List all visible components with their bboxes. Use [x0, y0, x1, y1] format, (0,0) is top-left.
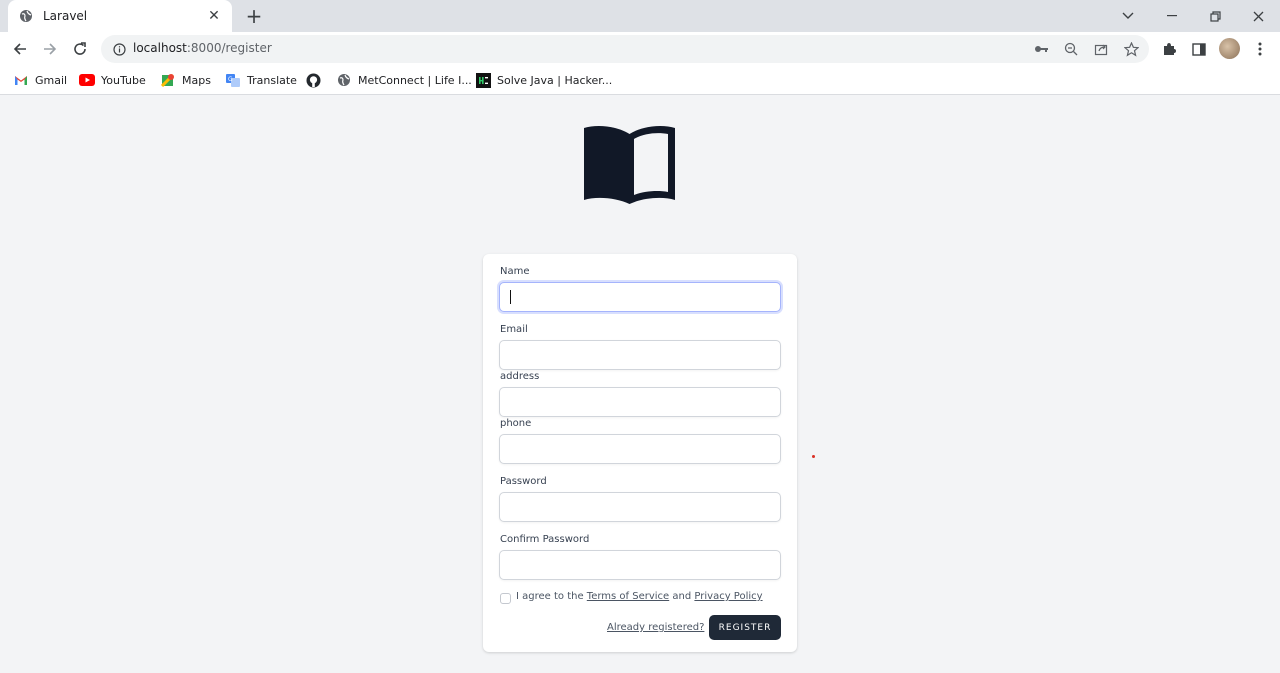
globe-icon: [18, 8, 34, 24]
github-icon: [305, 72, 321, 88]
info-icon[interactable]: [111, 41, 127, 57]
password-label: Password: [500, 476, 547, 487]
cursor-dot: [812, 455, 815, 458]
browser-tabstrip: Laravel ✕ +: [0, 0, 1280, 32]
name-input[interactable]: [499, 282, 781, 312]
bookmark-label: Solve Java | Hacker...: [497, 73, 613, 87]
bookmarks-bar: Gmail YouTube Maps G Translate MetConnec…: [0, 66, 1280, 95]
url-text: localhost:8000/register: [133, 41, 272, 55]
share-icon[interactable]: [1093, 41, 1109, 57]
confirm-password-label: Confirm Password: [500, 534, 590, 545]
hackerrank-icon: [475, 72, 491, 88]
globe-icon: [336, 72, 352, 88]
name-label: Name: [500, 266, 530, 277]
agree-and: and: [672, 591, 692, 602]
back-arrow-icon[interactable]: [8, 37, 32, 61]
bookmark-label: Translate: [247, 73, 297, 87]
bookmark-maps[interactable]: Maps: [160, 71, 211, 89]
register-button[interactable]: REGISTER: [709, 615, 781, 640]
bookmark-github[interactable]: [305, 71, 327, 89]
key-icon[interactable]: [1033, 41, 1049, 57]
more-menu-icon[interactable]: [1250, 39, 1270, 59]
phone-label: phone: [500, 418, 532, 429]
confirm-password-input[interactable]: [499, 550, 781, 580]
reload-icon[interactable]: [68, 37, 92, 61]
chevron-down-icon[interactable]: [1108, 0, 1148, 32]
password-input[interactable]: [499, 492, 781, 522]
maps-icon: [160, 72, 176, 88]
new-tab-button[interactable]: +: [244, 6, 264, 26]
agree-prefix: I agree to the: [516, 591, 584, 602]
url-path: :8000/register: [186, 41, 272, 55]
zoom-out-icon[interactable]: [1063, 41, 1079, 57]
bookmark-label: YouTube: [101, 73, 146, 87]
url-host: localhost: [133, 41, 187, 55]
gmail-icon: [13, 72, 29, 88]
bookmark-star-icon[interactable]: [1123, 41, 1139, 57]
email-label: Email: [500, 324, 528, 335]
phone-input[interactable]: [499, 434, 781, 464]
browser-toolbar: localhost:8000/register: [0, 32, 1280, 66]
book-logo-icon: [581, 122, 678, 204]
profile-avatar[interactable]: [1219, 38, 1240, 59]
terms-of-service-link[interactable]: Terms of Service: [587, 591, 669, 602]
restore-icon[interactable]: [1195, 0, 1235, 32]
extensions-puzzle-icon[interactable]: [1159, 39, 1179, 59]
address-bar[interactable]: localhost:8000/register: [101, 35, 1149, 63]
side-panel-icon[interactable]: [1189, 39, 1209, 59]
close-tab-icon[interactable]: ✕: [206, 8, 222, 24]
forward-arrow-icon[interactable]: [38, 37, 62, 61]
register-form: Name Email address phone Password Confir…: [483, 254, 797, 652]
already-registered-link[interactable]: Already registered?: [607, 622, 704, 633]
bookmark-youtube[interactable]: YouTube: [79, 71, 146, 89]
address-label: address: [500, 371, 540, 382]
browser-tab[interactable]: Laravel ✕: [8, 0, 232, 32]
bookmark-translate[interactable]: G Translate: [225, 71, 297, 89]
minimize-icon[interactable]: [1152, 0, 1192, 32]
translate-icon: G: [225, 72, 241, 88]
terms-agreement-text: I agree to the Terms of Service and Priv…: [516, 591, 763, 602]
privacy-policy-link[interactable]: Privacy Policy: [694, 591, 762, 602]
youtube-icon: [79, 72, 95, 88]
terms-checkbox[interactable]: [500, 593, 511, 604]
bookmark-label: MetConnect | Life I...: [358, 73, 472, 87]
address-input[interactable]: [499, 387, 781, 417]
bookmark-hackerrank[interactable]: Solve Java | Hacker...: [475, 71, 612, 89]
bookmark-label: Gmail: [35, 73, 68, 87]
bookmark-gmail[interactable]: Gmail: [13, 71, 67, 89]
bookmark-metconnect[interactable]: MetConnect | Life I...: [336, 71, 472, 89]
email-input[interactable]: [499, 340, 781, 370]
tab-title: Laravel: [43, 9, 88, 23]
bookmark-label: Maps: [182, 73, 211, 87]
svg-text:G: G: [228, 76, 233, 83]
text-caret: [510, 290, 511, 304]
window-close-icon[interactable]: [1238, 0, 1278, 32]
